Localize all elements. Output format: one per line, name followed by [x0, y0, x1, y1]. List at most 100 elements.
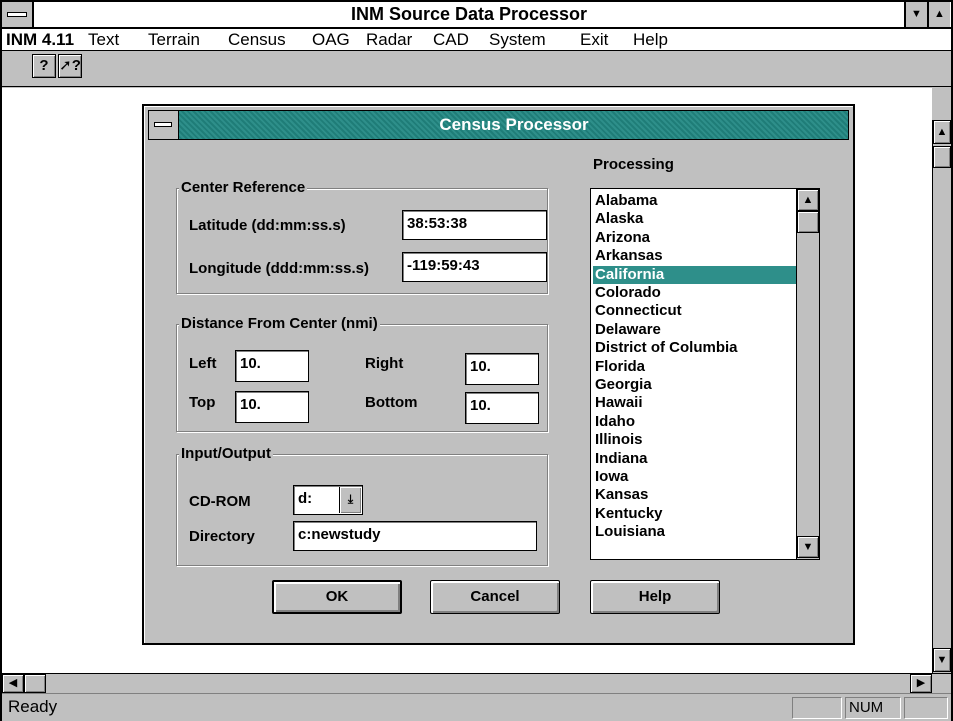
dialog-titlebar: Census Processor	[148, 110, 849, 140]
list-item[interactable]: California	[593, 265, 796, 284]
top-label: Top	[189, 394, 216, 411]
distance-group: Distance From Center (nmi) Left 10. Righ…	[176, 316, 548, 432]
directory-label: Directory	[189, 528, 255, 545]
list-scrollbar[interactable]: ▲ ▼	[796, 189, 819, 559]
list-item[interactable]: District of Columbia	[593, 339, 796, 357]
horizontal-scrollbar[interactable]: ◀ ▶	[2, 673, 951, 693]
arrow-up-icon: ▲	[802, 194, 814, 206]
longitude-input[interactable]: -119:59:43	[402, 252, 547, 282]
list-item[interactable]: Indiana	[593, 450, 796, 468]
arrow-left-icon: ◀	[8, 677, 18, 689]
center-reference-group: Center Reference Latitude (dd:mm:ss.s) 3…	[176, 180, 548, 294]
list-item[interactable]: Hawaii	[593, 394, 796, 412]
list-item[interactable]: Delaware	[593, 321, 796, 339]
status-text: Ready	[8, 697, 58, 716]
cdrom-value: d:	[298, 490, 313, 507]
right-input[interactable]: 10.	[465, 353, 539, 385]
latitude-input[interactable]: 38:53:38	[402, 210, 547, 240]
menu-system[interactable]: System	[489, 29, 546, 51]
processing-label: Processing	[593, 156, 674, 173]
list-item[interactable]: Iowa	[593, 468, 796, 486]
menubar: INM 4.11 Text Terrain Census OAG Radar C…	[2, 29, 951, 51]
input-output-label: Input/Output	[179, 445, 273, 462]
help-button[interactable]: ?	[32, 54, 56, 78]
system-menu-icon	[154, 122, 172, 127]
left-label: Left	[189, 355, 217, 372]
menu-inm[interactable]: INM 4.11	[6, 29, 74, 51]
list-scroll-thumb[interactable]	[797, 211, 819, 233]
cancel-button[interactable]: Cancel	[430, 580, 560, 614]
menu-radar[interactable]: Radar	[366, 29, 412, 51]
statusbar: Ready NUM	[2, 693, 951, 721]
system-menu-button[interactable]	[2, 2, 34, 27]
menu-terrain[interactable]: Terrain	[148, 29, 200, 51]
scroll-left-button[interactable]: ◀	[2, 674, 24, 693]
scroll-right-button[interactable]: ▶	[910, 674, 932, 693]
list-item[interactable]: Idaho	[593, 413, 796, 431]
menu-census[interactable]: Census	[228, 29, 286, 51]
arrow-down-icon: ▼	[802, 541, 814, 553]
list-item[interactable]: Georgia	[593, 376, 796, 394]
dialog-system-menu-button[interactable]	[149, 111, 179, 139]
list-scroll-down-button[interactable]: ▼	[797, 536, 819, 558]
system-menu-icon	[7, 12, 27, 17]
vertical-scrollbar[interactable]: ▲ ▼	[932, 120, 951, 673]
list-item[interactable]: Connecticut	[593, 302, 796, 320]
list-item[interactable]: Illinois	[593, 431, 796, 449]
app-titlebar: INM Source Data Processor ▼ ▲	[2, 2, 951, 29]
ok-button[interactable]: OK	[272, 580, 402, 614]
list-item[interactable]: Kansas	[593, 486, 796, 504]
menu-help[interactable]: Help	[633, 29, 668, 51]
arrow-right-icon: ▶	[916, 677, 926, 689]
arrow-up-icon: ▲	[936, 126, 948, 138]
status-panel-blank-2	[904, 697, 948, 719]
arrow-down-icon: ▼	[936, 654, 948, 666]
pointer-question-icon: ➚?	[59, 57, 81, 74]
minimize-button[interactable]: ▼	[904, 2, 927, 27]
question-icon: ?	[39, 57, 49, 74]
census-processor-dialog: Census Processor Center Reference Latitu…	[142, 104, 855, 645]
list-scroll-up-button[interactable]: ▲	[797, 189, 819, 211]
processing-listbox[interactable]: Alabama Alaska Arizona Arkansas California Co…	[590, 188, 820, 560]
right-label: Right	[365, 355, 404, 372]
bottom-label: Bottom	[365, 394, 418, 411]
help-dialog-button[interactable]: Help	[590, 580, 720, 614]
list-item[interactable]: Arkansas	[593, 247, 796, 265]
list-item[interactable]: Colorado	[593, 284, 796, 302]
triangle-up-icon: ▲	[934, 8, 945, 20]
scroll-down-button[interactable]: ▼	[933, 648, 951, 672]
app-title: INM Source Data Processor	[350, 4, 588, 24]
menu-exit[interactable]: Exit	[580, 29, 608, 51]
list-item[interactable]: Florida	[593, 358, 796, 376]
context-help-button[interactable]: ➚?	[58, 54, 82, 78]
list-item[interactable]: Kentucky	[593, 505, 796, 523]
scroll-thumb[interactable]	[933, 146, 951, 168]
center-reference-label: Center Reference	[179, 179, 308, 196]
list-item[interactable]: Arizona	[593, 229, 796, 247]
cdrom-label: CD-ROM	[189, 493, 251, 510]
status-num: NUM	[845, 697, 901, 719]
menu-cad[interactable]: CAD	[433, 29, 469, 51]
left-input[interactable]: 10.	[235, 350, 309, 382]
status-panel-blank	[792, 697, 842, 719]
toolbar: ? ➚?	[2, 51, 951, 87]
scroll-up-button[interactable]: ▲	[933, 120, 951, 144]
maximize-button[interactable]: ▲	[927, 2, 950, 27]
longitude-label: Longitude (ddd:mm:ss.s)	[189, 260, 369, 277]
distance-label: Distance From Center (nmi)	[179, 315, 380, 332]
list-item[interactable]: Alaska	[593, 210, 796, 228]
app-window: INM Source Data Processor ▼ ▲ INM 4.11 T…	[0, 0, 953, 721]
hscroll-thumb[interactable]	[24, 674, 46, 693]
latitude-label: Latitude (dd:mm:ss.s)	[189, 217, 346, 234]
top-input[interactable]: 10.	[235, 391, 309, 423]
dropdown-arrow-icon[interactable]: ⤓	[339, 487, 361, 513]
menu-oag[interactable]: OAG	[312, 29, 350, 51]
cdrom-select[interactable]: d: ⤓	[293, 485, 363, 515]
list-item[interactable]: Alabama	[593, 192, 796, 210]
directory-input[interactable]: c:newstudy	[293, 521, 537, 551]
dialog-title: Census Processor	[439, 115, 589, 134]
menu-text[interactable]: Text	[88, 29, 119, 51]
bottom-input[interactable]: 10.	[465, 392, 539, 424]
list-item[interactable]: Louisiana	[593, 523, 796, 541]
triangle-down-icon: ▼	[911, 8, 922, 20]
